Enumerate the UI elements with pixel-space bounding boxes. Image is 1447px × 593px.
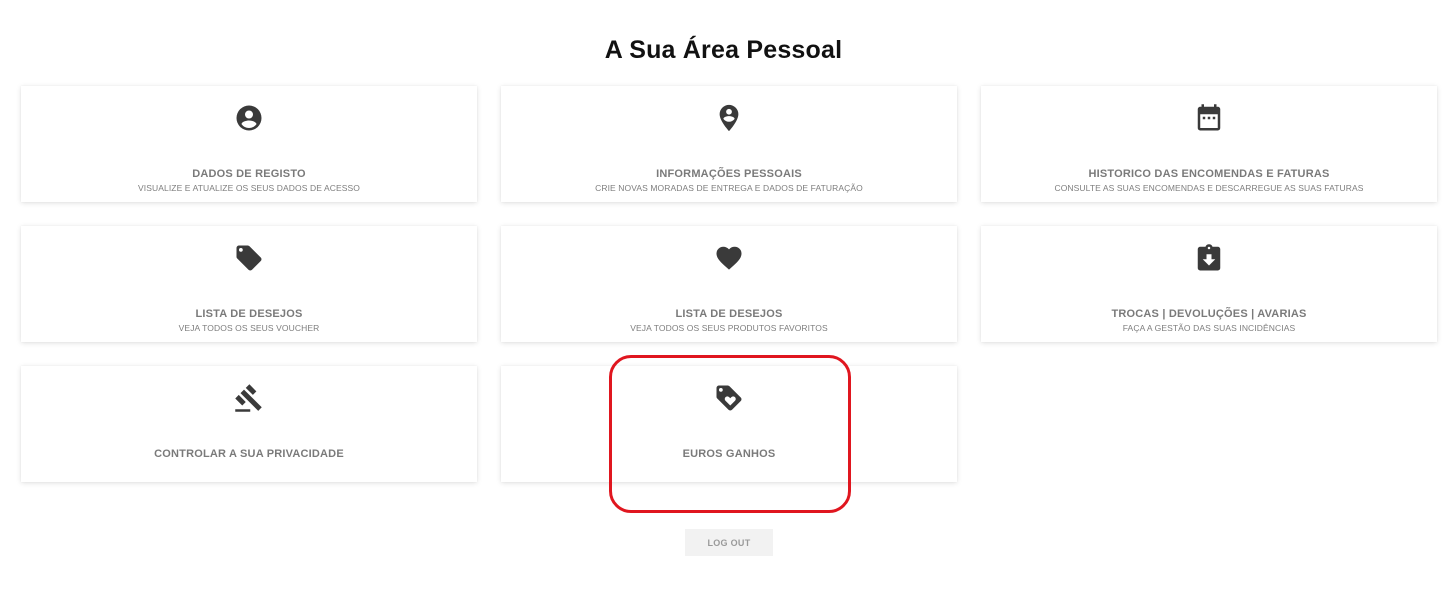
calendar-icon [1193,101,1225,135]
card-subtitle: VEJA TODOS OS SEUS VOUCHER [178,323,320,333]
card-vouchers[interactable]: LISTA DE DESEJOS VEJA TODOS OS SEUS VOUC… [21,226,477,342]
card-wishlist[interactable]: LISTA DE DESEJOS VEJA TODOS OS SEUS PROD… [501,226,957,342]
card-subtitle: VISUALIZE E ATUALIZE OS SEUS DADOS DE AC… [137,183,360,193]
page-title: A Sua Área Pessoal [604,36,843,64]
personal-area-page: A Sua Área Pessoal DADOS DE REGISTO VISU… [0,0,1447,593]
card-title: CONTROLAR A SUA PRIVACIDADE [154,448,344,460]
tag-heart-icon [713,381,745,415]
card-euros-earned[interactable]: EUROS GANHOS [501,366,957,482]
tag-icon [233,241,265,275]
clipboard-download-icon [1193,241,1225,275]
gavel-icon [233,381,265,415]
card-registration-data[interactable]: DADOS DE REGISTO VISUALIZE E ATUALIZE OS… [21,86,477,202]
card-subtitle: CONSULTE AS SUAS ENCOMENDAS E DESCARREGU… [1054,183,1364,193]
card-subtitle: FAÇA A GESTÃO DAS SUAS INCIDÊNCIAS [1122,323,1296,333]
account-circle-icon [233,101,265,135]
card-title: HISTORICO DAS ENCOMENDAS E FATURAS [1088,168,1330,180]
card-privacy[interactable]: CONTROLAR A SUA PRIVACIDADE [21,366,477,482]
heart-icon [713,241,745,275]
card-title: DADOS DE REGISTO [192,168,306,180]
map-pin-person-icon [713,101,745,135]
logout-button[interactable]: LOG OUT [685,529,773,556]
card-subtitle: VEJA TODOS OS SEUS PRODUTOS FAVORITOS [630,323,828,333]
card-title: EUROS GANHOS [682,448,776,460]
card-title: LISTA DE DESEJOS [675,308,783,320]
card-returns[interactable]: TROCAS | DEVOLUÇÕES | AVARIAS FAÇA A GES… [981,226,1437,342]
card-order-history[interactable]: HISTORICO DAS ENCOMENDAS E FATURAS CONSU… [981,86,1437,202]
card-title: INFORMAÇÕES PESSOAIS [656,168,802,180]
card-subtitle: CRIE NOVAS MORADAS DE ENTREGA E DADOS DE… [595,183,863,193]
card-title: LISTA DE DESEJOS [195,308,303,320]
card-personal-info[interactable]: INFORMAÇÕES PESSOAIS CRIE NOVAS MORADAS … [501,86,957,202]
card-title: TROCAS | DEVOLUÇÕES | AVARIAS [1111,308,1307,320]
